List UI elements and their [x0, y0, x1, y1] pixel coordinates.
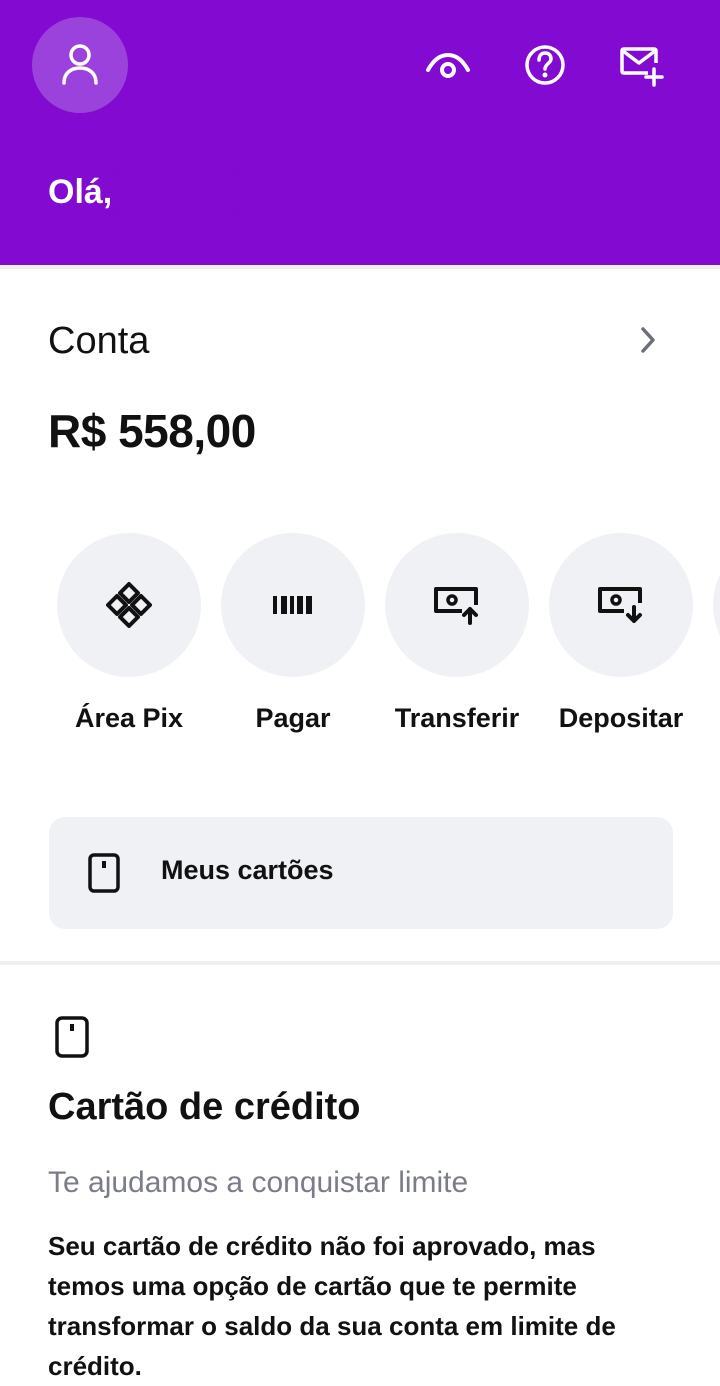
credit-card-icon — [52, 1016, 92, 1058]
shortcut-label: Área Pix — [74, 703, 184, 733]
my-cards-button[interactable]: Meus cartões — [49, 817, 673, 929]
shortcut-transferir[interactable]: Transferir — [375, 533, 539, 743]
redacted-username — [116, 172, 237, 212]
invite-mail-button[interactable] — [616, 40, 666, 90]
my-cards-label: Meus cartões — [161, 855, 334, 885]
shortcut-next-partial[interactable] — [703, 533, 720, 743]
greeting-label: Olá, — [48, 172, 113, 211]
shortcut-circle[interactable] — [221, 533, 365, 677]
help-button[interactable] — [520, 40, 570, 90]
credit-card-title: Cartão de crédito — [48, 1086, 361, 1128]
deposit-in-icon — [598, 587, 642, 623]
shortcut-circle[interactable] — [549, 533, 693, 677]
shortcut-circle[interactable] — [57, 533, 201, 677]
profile-avatar-button[interactable] — [32, 17, 128, 113]
account-open-button[interactable] — [630, 322, 666, 358]
card-icon — [87, 853, 121, 893]
shortcut-label: Pagar — [255, 703, 331, 733]
chevron-right-icon — [641, 327, 655, 353]
header-divider — [0, 265, 720, 269]
header-bar: Olá, — [0, 0, 720, 265]
credit-card-description: Seu cartão de crédito não foi aprovado, … — [48, 1231, 616, 1381]
greeting-text: Olá, — [48, 172, 237, 212]
section-divider — [0, 961, 720, 965]
barcode-icon — [273, 596, 312, 614]
transfer-out-icon — [434, 587, 478, 625]
pix-icon — [106, 582, 152, 628]
shortcut-area-pix[interactable]: Área Pix — [47, 533, 211, 743]
shortcut-pagar[interactable]: Pagar — [211, 533, 375, 743]
toggle-visibility-button[interactable] — [423, 40, 473, 90]
shortcut-depositar[interactable]: Depositar — [539, 533, 703, 743]
shortcut-circle[interactable] — [385, 533, 529, 677]
credit-card-subtitle: Te ajudamos a conquistar limite — [48, 1166, 469, 1199]
account-balance: R$ 558,00 — [48, 405, 256, 457]
shortcut-circle[interactable] — [713, 533, 720, 677]
mail-add-icon — [620, 47, 664, 87]
user-icon — [62, 44, 98, 85]
eye-icon — [426, 52, 470, 78]
account-title[interactable]: Conta — [48, 320, 149, 363]
shortcut-label: Transferir — [394, 703, 520, 733]
help-icon — [525, 45, 565, 85]
shortcut-label: Depositar — [558, 703, 684, 733]
